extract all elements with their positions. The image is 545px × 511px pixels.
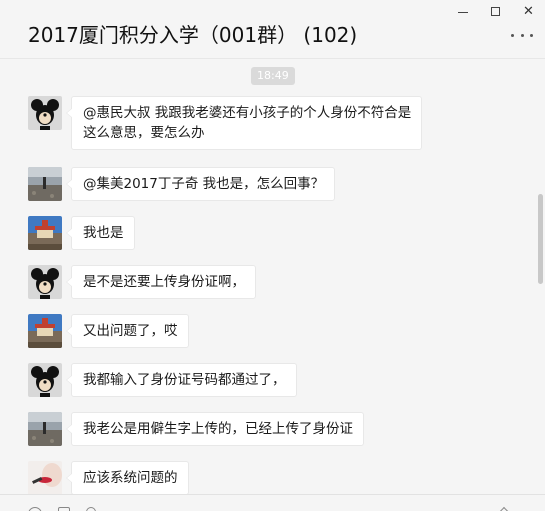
message-text-line: @惠民大叔 我跟我老婆还有小孩子的个人身份不符合是 [83, 105, 412, 121]
close-button[interactable]: ✕ [512, 0, 545, 22]
beach-avatar[interactable] [28, 412, 62, 446]
mickey-mouse-avatar[interactable] [28, 96, 62, 130]
timestamp-label: 18:49 [251, 67, 295, 85]
message-text-line: 我也是 [83, 225, 124, 241]
message-bubble[interactable]: 我老公是用僻生字上传的，已经上传了身份证 [66, 412, 364, 446]
message-bubble[interactable]: @集美2017丁子奇 我也是，怎么回事？ [65, 167, 336, 201]
message-text-line: 我老公是用僻生字上传的，已经上传了身份证 [83, 421, 353, 437]
message-text-line: 又出问题了，哎 [83, 323, 178, 339]
chevron-up-icon[interactable] [496, 506, 512, 511]
screenshot-icon[interactable] [86, 507, 96, 511]
mickey-mouse-avatar[interactable] [28, 265, 62, 299]
chat-title: 2017厦门积分入学（001群） (102) [28, 23, 358, 47]
more-options-icon[interactable] [511, 28, 533, 42]
message-bubble[interactable]: 我也是 [66, 216, 135, 250]
message-item: 应该系统问题的 [28, 461, 189, 494]
maximize-icon [491, 6, 500, 16]
minimize-icon [457, 11, 468, 13]
message-bubble[interactable]: 是不是还要上传身份证啊， [66, 265, 256, 299]
maximize-button[interactable] [479, 0, 512, 22]
message-list[interactable]: 18:49 @惠民大叔 我跟我老婆还有小孩子的个人身份不符合是 这么意思，要怎么… [0, 60, 545, 494]
message-text-line: 我都输入了身份证号码都通过了， [83, 372, 286, 388]
message-item: 我也是 [28, 216, 135, 250]
folder-icon[interactable] [58, 507, 70, 511]
chat-scrollbar[interactable] [537, 60, 545, 494]
chat-header: ✕ 2017厦门积分入学（001群） (102) [0, 0, 545, 59]
temple-avatar[interactable] [28, 314, 62, 348]
message-item: 又出问题了，哎 [28, 314, 189, 348]
message-item: 我老公是用僻生字上传的，已经上传了身份证 [28, 412, 364, 446]
beach-avatar[interactable] [28, 167, 62, 201]
message-bubble[interactable]: 我都输入了身份证号码都通过了， [66, 363, 297, 397]
message-item: @集美2017丁子奇 我也是，怎么回事？ [28, 167, 336, 201]
message-text-line: 应该系统问题的 [83, 470, 178, 486]
window-controls: ✕ [446, 0, 545, 22]
message-bubble[interactable]: 又出问题了，哎 [66, 314, 189, 348]
message-item: 是不是还要上传身份证啊， [28, 265, 256, 299]
message-item: 我都输入了身份证号码都通过了， [28, 363, 297, 397]
message-bubble[interactable]: 应该系统问题的 [66, 461, 189, 494]
emoji-icon[interactable] [28, 507, 42, 511]
minimize-button[interactable] [446, 0, 479, 22]
mickey-mouse-avatar[interactable] [28, 363, 62, 397]
scrollbar-thumb[interactable] [538, 194, 543, 284]
input-toolbar [0, 494, 545, 511]
lips-avatar[interactable] [28, 461, 62, 494]
message-bubble[interactable]: @惠民大叔 我跟我老婆还有小孩子的个人身份不符合是 这么意思，要怎么办 [65, 96, 423, 150]
message-text-line: 这么意思，要怎么办 [83, 125, 205, 141]
close-icon: ✕ [523, 3, 534, 19]
message-item: @惠民大叔 我跟我老婆还有小孩子的个人身份不符合是 这么意思，要怎么办 [28, 96, 423, 150]
message-text-line: 是不是还要上传身份证啊， [83, 274, 245, 290]
temple-avatar[interactable] [28, 216, 62, 250]
message-text-line: @集美2017丁子奇 我也是，怎么回事？ [83, 176, 325, 192]
